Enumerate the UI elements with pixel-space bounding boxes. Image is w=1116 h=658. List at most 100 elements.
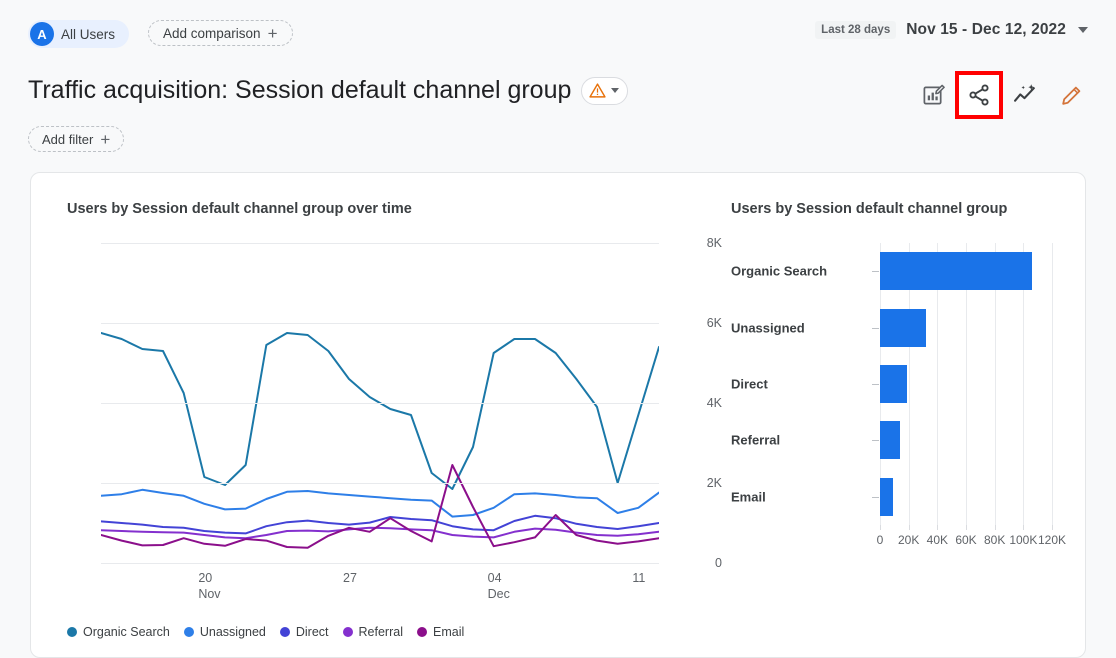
bar-chart: Organic SearchUnassignedDirectReferralEm… [731, 243, 1061, 573]
x-axis-tick-label: 60K [955, 533, 976, 547]
x-tick-month: Dec [488, 587, 510, 603]
axis-tick-mark [966, 525, 967, 530]
axis-tick-mark [1052, 525, 1053, 530]
audience-chip-all-users[interactable]: A All Users [28, 20, 129, 48]
insights-icon [1013, 83, 1038, 108]
y-axis-tick-label: 6K [676, 316, 722, 330]
legend-color-dot [417, 627, 427, 637]
line-series [101, 333, 659, 489]
y-axis-tick-label: 2K [676, 476, 722, 490]
y-axis-tick-label: 4K [676, 396, 722, 410]
bar[interactable] [880, 309, 926, 347]
axis-tick-mark [872, 328, 879, 329]
axis-tick-mark [872, 440, 879, 441]
legend-item[interactable]: Organic Search [67, 625, 170, 639]
date-range-label: Nov 15 - Dec 12, 2022 [906, 21, 1066, 39]
date-range-selector[interactable]: Last 28 days Nov 15 - Dec 12, 2022 [815, 21, 1088, 39]
page-title: Traffic acquisition: Session default cha… [28, 76, 571, 105]
x-axis-tick-label: 11 [632, 571, 645, 587]
legend-item[interactable]: Referral [343, 625, 403, 639]
x-tick-month: Nov [198, 587, 220, 603]
gridline [101, 323, 659, 324]
x-axis-tick-label: 0 [877, 533, 884, 547]
plus-icon: + [268, 25, 278, 42]
bar[interactable] [880, 365, 907, 403]
legend-label: Direct [296, 625, 329, 639]
y-axis-tick-label: 0 [676, 556, 722, 570]
line-series [101, 465, 659, 548]
bar[interactable] [880, 478, 893, 516]
gridline [101, 243, 659, 244]
date-preset-badge: Last 28 days [815, 21, 896, 39]
line-series [101, 490, 659, 517]
legend-label: Email [433, 625, 464, 639]
data-quality-warning-button[interactable] [581, 77, 628, 105]
edit-pencil-icon [1059, 83, 1084, 108]
chevron-down-icon [1078, 27, 1088, 33]
bar-category-label: Organic Search [731, 264, 841, 279]
customize-report-button[interactable] [912, 74, 954, 116]
page-header: Traffic acquisition: Session default cha… [28, 76, 628, 105]
axis-tick-mark [909, 525, 910, 530]
line-chart-plot[interactable]: 02K4K6K8K [101, 243, 659, 563]
x-tick-day: 04 [488, 571, 502, 585]
axis-tick-mark [872, 271, 879, 272]
x-axis-tick-label: 40K [927, 533, 948, 547]
gridline [101, 563, 659, 564]
customize-report-icon [922, 84, 945, 107]
add-filter-label: Add filter [42, 132, 93, 147]
line-chart: 02K4K6K8K 20Nov2704Dec11 [67, 243, 692, 573]
y-axis-tick-label: 8K [676, 236, 722, 250]
audience-label: All Users [61, 27, 115, 42]
legend-label: Referral [359, 625, 403, 639]
edit-button[interactable] [1050, 74, 1092, 116]
top-bar: A All Users Add comparison + Last 28 day… [0, 0, 1116, 62]
axis-tick-mark [872, 497, 879, 498]
x-tick-day: 27 [343, 571, 357, 585]
add-filter-button[interactable]: Add filter + [28, 126, 124, 152]
axis-tick-mark [937, 525, 938, 530]
x-axis-tick-label: 120K [1038, 533, 1066, 547]
legend-label: Organic Search [83, 625, 170, 639]
legend-color-dot [67, 627, 77, 637]
x-axis-tick-label: 20K [898, 533, 919, 547]
warning-triangle-icon [589, 82, 606, 99]
bar-category-label: Direct [731, 377, 841, 392]
bar-category-label: Email [731, 489, 841, 504]
gridline [1052, 243, 1053, 525]
plus-icon: + [100, 131, 110, 148]
axis-tick-mark [880, 525, 881, 530]
share-button[interactable] [958, 74, 1000, 116]
axis-tick-mark [872, 384, 879, 385]
legend-item[interactable]: Unassigned [184, 625, 266, 639]
x-axis-tick-label: 27 [343, 571, 357, 587]
chevron-down-icon [611, 88, 619, 93]
x-axis-tick-label: 100K [1009, 533, 1037, 547]
bar-category-label: Referral [731, 433, 841, 448]
bar-chart-title: Users by Session default channel group [731, 201, 1007, 217]
bar[interactable] [880, 252, 1032, 290]
gridline [101, 483, 659, 484]
legend-color-dot [280, 627, 290, 637]
bar-chart-plot[interactable] [880, 243, 1052, 525]
report-toolbar [912, 74, 1092, 116]
add-comparison-label: Add comparison [163, 26, 261, 41]
legend-label: Unassigned [200, 625, 266, 639]
legend-item[interactable]: Email [417, 625, 464, 639]
legend-item[interactable]: Direct [280, 625, 329, 639]
x-tick-day: 11 [632, 571, 645, 585]
add-comparison-button[interactable]: Add comparison + [148, 20, 293, 46]
line-chart-legend: Organic Search Unassigned Direct Referral Em… [67, 625, 464, 639]
legend-color-dot [343, 627, 353, 637]
share-icon [967, 83, 991, 107]
x-axis-tick-label: 80K [984, 533, 1005, 547]
insights-button[interactable] [1004, 74, 1046, 116]
x-axis-tick-label: 20 Nov [198, 571, 220, 602]
bar[interactable] [880, 421, 900, 459]
gridline [101, 403, 659, 404]
x-axis-tick-label: 04 Dec [488, 571, 510, 602]
line-chart-title: Users by Session default channel group o… [67, 201, 412, 217]
report-card: Users by Session default channel group o… [30, 172, 1086, 658]
axis-tick-mark [995, 525, 996, 530]
x-tick-day: 20 [198, 571, 212, 585]
